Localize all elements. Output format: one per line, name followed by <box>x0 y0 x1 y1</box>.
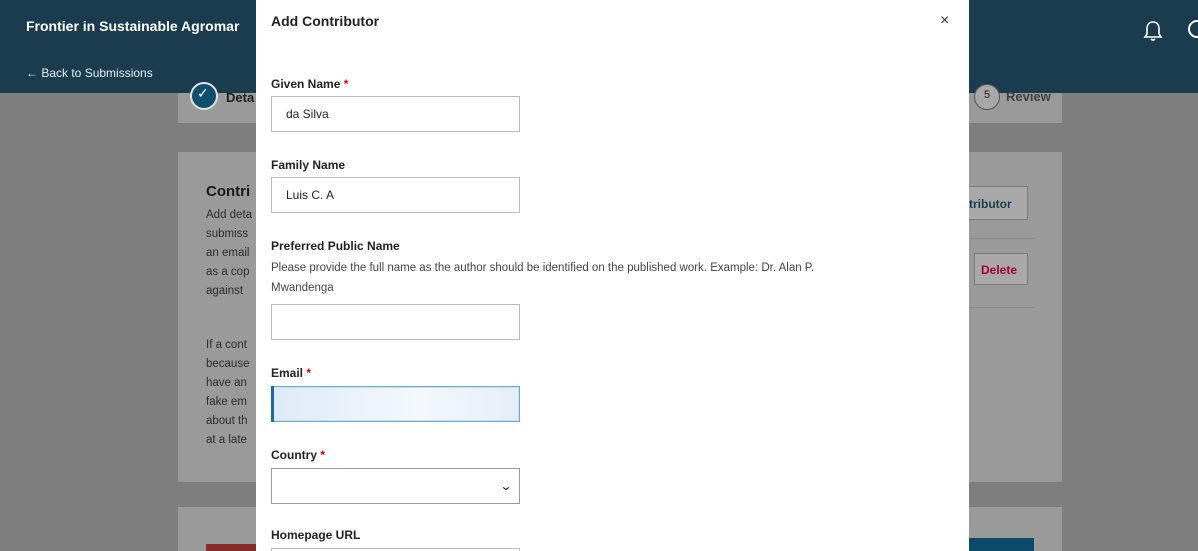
cancel-button[interactable] <box>206 544 256 551</box>
family-name-label: Family Name <box>271 158 346 172</box>
country-select[interactable]: ⌄ <box>271 468 520 504</box>
email-focus-indicator <box>271 386 274 422</box>
step-1-label[interactable]: Deta <box>226 90 254 105</box>
family-name-input[interactable] <box>271 177 520 213</box>
modal-title: Add Contributor <box>271 13 380 29</box>
chevron-down-icon: ⌄ <box>499 479 513 493</box>
section-title: Contri <box>206 183 251 200</box>
preferred-name-label: Preferred Public Name <box>271 239 400 253</box>
required-marker: * <box>343 77 349 91</box>
step-5-number: 5 <box>984 89 991 101</box>
step-5-label[interactable]: Review <box>1006 89 1051 104</box>
preferred-name-description: Please provide the full name as the auth… <box>271 262 815 294</box>
delete-button[interactable]: Delete <box>974 253 1028 285</box>
close-icon[interactable]: × <box>940 12 949 30</box>
given-name-label: Given Name * <box>271 77 349 91</box>
add-contributor-button[interactable]: tributor <box>960 186 1028 220</box>
back-to-submissions-link[interactable]: ← Back to Submissions <box>26 66 153 80</box>
add-contributor-modal: Add Contributor × Given Name * Family Na… <box>256 0 969 551</box>
continue-button[interactable] <box>966 538 1034 551</box>
homepage-url-label: Homepage URL <box>271 528 361 542</box>
given-name-input[interactable] <box>271 96 520 132</box>
email-input[interactable] <box>271 386 520 422</box>
journal-title[interactable]: Frontier in Sustainable Agromar <box>26 18 239 34</box>
country-label: Country * <box>271 448 326 462</box>
required-marker: * <box>306 366 312 380</box>
check-icon: ✓ <box>197 85 209 101</box>
email-label: Email * <box>271 366 312 380</box>
required-marker: * <box>320 448 326 462</box>
preferred-name-input[interactable] <box>271 304 520 340</box>
user-icon[interactable] <box>1188 20 1198 38</box>
bell-icon[interactable] <box>1143 20 1163 42</box>
